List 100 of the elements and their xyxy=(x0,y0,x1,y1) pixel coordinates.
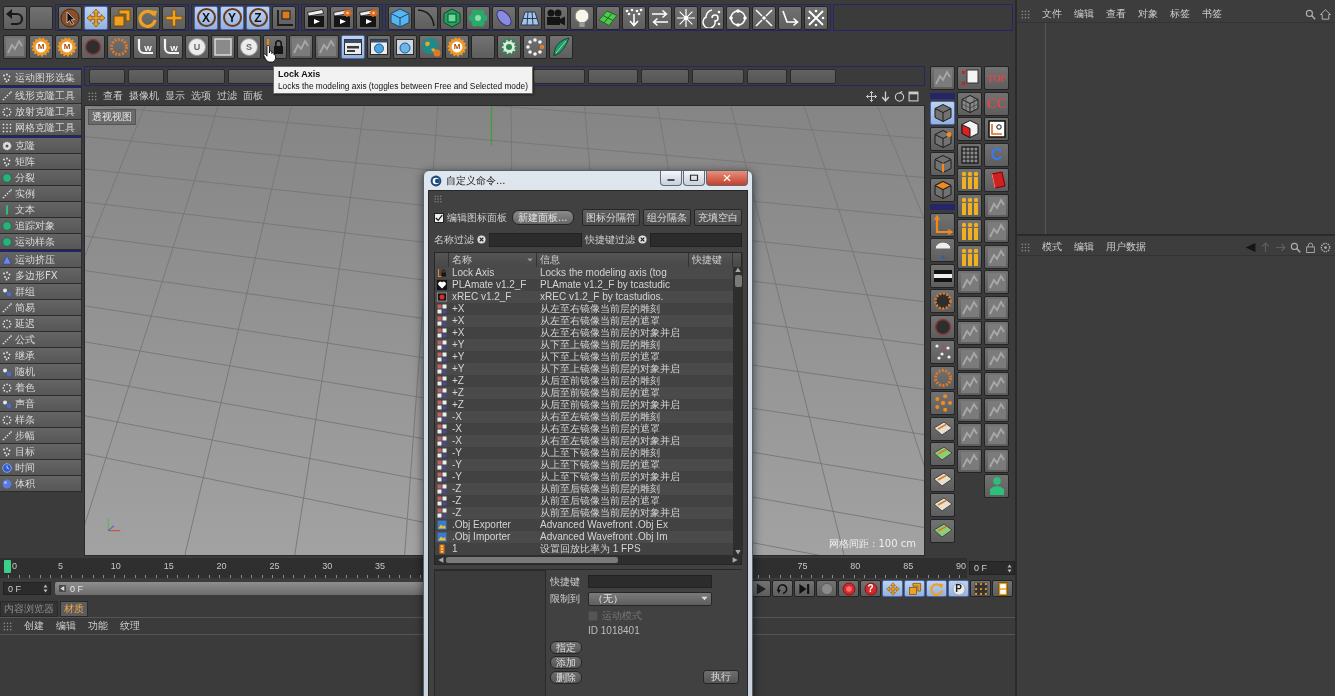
palette-button[interactable] xyxy=(957,193,982,218)
toolbar-button[interactable] xyxy=(674,5,698,30)
tool-button[interactable] xyxy=(58,5,82,30)
dialog-button[interactable]: 充填空白 xyxy=(694,209,742,226)
table-row[interactable]: +Y 从下至上镜像当前层的对象并启 xyxy=(435,363,733,375)
mode-button[interactable] xyxy=(930,152,955,176)
toolbar-button[interactable] xyxy=(497,34,521,59)
shortcut-field[interactable] xyxy=(588,575,712,588)
palette-button[interactable] xyxy=(930,263,955,288)
render-button[interactable] xyxy=(330,5,354,30)
toggle-button[interactable] xyxy=(341,34,365,59)
tool-button[interactable] xyxy=(84,5,108,30)
toolbar-button[interactable]: M xyxy=(445,34,469,59)
menu-item[interactable]: 功能 xyxy=(88,619,108,633)
minimize-button[interactable] xyxy=(660,171,682,186)
palette-button[interactable] xyxy=(957,295,982,320)
table-row[interactable]: +Y 从下至上镜像当前层的雕刻 xyxy=(435,339,733,351)
scrollbar[interactable] xyxy=(733,267,743,555)
mode-button[interactable] xyxy=(930,177,955,202)
menu-item[interactable]: 文件 xyxy=(1042,7,1062,21)
restrict-dropdown[interactable]: （无） xyxy=(588,591,712,606)
execute-button[interactable]: 执行 xyxy=(703,670,739,684)
sidebar-item[interactable]: 简易 xyxy=(0,300,82,316)
table-row[interactable]: xREC v1.2_F xREC v1.2_F by tcastudios. xyxy=(435,291,733,303)
palette-button[interactable] xyxy=(930,340,955,364)
name-filter-field[interactable] xyxy=(489,232,582,247)
menu-item[interactable]: 查看 xyxy=(1106,7,1126,21)
table-row[interactable]: PLAmate v1.2_F PLAmate v1.2_F by tcastudic xyxy=(435,279,733,291)
table-row[interactable]: -Z 从前至后镜像当前层的雕刻 xyxy=(435,483,733,495)
toolbar-button[interactable] xyxy=(272,5,296,30)
sidebar-item[interactable]: 文本 xyxy=(0,202,82,218)
table-row[interactable]: 1 设置回放比率为 1 FPS xyxy=(435,543,733,555)
palette-button[interactable] xyxy=(930,66,955,90)
palette-button[interactable] xyxy=(984,321,1009,345)
toolbar-button[interactable]: S xyxy=(237,34,261,59)
sidebar-item[interactable]: 分裂 xyxy=(0,170,82,186)
shortcut-filter-field[interactable] xyxy=(649,232,742,247)
table-row[interactable]: +Z 从后至前镜像当前层的雕刻 xyxy=(435,375,733,387)
palette-button[interactable] xyxy=(984,448,1009,473)
table-row[interactable]: -X 从右至左镜像当前层的遮罩 xyxy=(435,423,733,435)
table-row[interactable]: -X 从右至左镜像当前层的雕刻 xyxy=(435,411,733,423)
sidebar-item[interactable]: 线形克隆工具 xyxy=(0,88,82,104)
palette-button[interactable] xyxy=(984,193,1009,218)
new-palette-button[interactable]: 新建面板... xyxy=(512,210,574,225)
sidebar-item[interactable]: 时间 xyxy=(0,460,82,476)
search-icon[interactable] xyxy=(1290,241,1301,253)
table-row[interactable]: .Obj Importer Advanced Wavefront .Obj Im xyxy=(435,531,733,543)
palette-button[interactable] xyxy=(984,219,1009,243)
toolbar-button[interactable] xyxy=(804,5,828,30)
toolbar-button[interactable] xyxy=(549,34,573,59)
sidebar-item[interactable]: 公式 xyxy=(0,332,82,348)
toolbar-button[interactable] xyxy=(440,5,464,30)
tool-button[interactable] xyxy=(136,5,160,30)
sidebar-item[interactable]: 步幅 xyxy=(0,428,82,444)
menu-item[interactable]: 摄像机 xyxy=(129,89,159,103)
sidebar-item[interactable]: 体积 xyxy=(0,476,82,492)
maximize-button[interactable] xyxy=(683,171,705,186)
sidebar-item[interactable]: 运动图形选集 xyxy=(0,70,82,86)
palette-button[interactable] xyxy=(957,372,982,396)
palette-button[interactable] xyxy=(984,244,1009,269)
toolbar-button[interactable] xyxy=(622,5,646,30)
toolbar-button[interactable] xyxy=(523,34,547,59)
table-row[interactable]: -Y 从上至下镜像当前层的雕刻 xyxy=(435,447,733,459)
table-row[interactable]: -Y 从上至下镜像当前层的对象并启 xyxy=(435,471,733,483)
playback-button[interactable]: ? xyxy=(860,580,881,597)
toolbar-button[interactable] xyxy=(596,5,620,30)
table-row[interactable]: +Y 从下至上镜像当前层的遮罩 xyxy=(435,351,733,363)
sidebar-item[interactable]: 矩阵 xyxy=(0,154,82,170)
action-button[interactable]: 添加 xyxy=(550,656,582,669)
playback-button[interactable] xyxy=(992,580,1013,597)
empty-toolbar-button[interactable] xyxy=(29,5,53,30)
menu-item[interactable]: 显示 xyxy=(165,89,185,103)
palette-button[interactable] xyxy=(930,518,955,543)
menu-item[interactable]: 选项 xyxy=(191,89,211,103)
playback-button[interactable]: P xyxy=(948,580,969,597)
sidebar-item[interactable]: 目标 xyxy=(0,444,82,460)
palette-button[interactable] xyxy=(984,423,1009,447)
home-icon[interactable] xyxy=(1320,8,1331,20)
table-row[interactable]: +X 从左至右镜像当前层的雕刻 xyxy=(435,303,733,315)
palette-button[interactable] xyxy=(930,212,955,237)
toolbar-button[interactable] xyxy=(3,34,27,59)
sidebar-item[interactable]: 放射克隆工具 xyxy=(0,104,82,120)
table-row[interactable]: -Y 从上至下镜像当前层的遮罩 xyxy=(435,459,733,471)
sidebar-item[interactable]: 网格克隆工具 xyxy=(0,120,82,136)
menu-item[interactable]: 对象 xyxy=(1138,7,1158,21)
undo-button[interactable] xyxy=(3,5,27,30)
render-button[interactable] xyxy=(304,5,328,30)
axis-lock-button[interactable]: Y xyxy=(220,5,244,30)
toolbar-button[interactable] xyxy=(315,34,339,59)
toolbar-button[interactable]: W xyxy=(133,34,157,59)
sidebar-item[interactable]: 群组 xyxy=(0,284,82,300)
toolbar-button[interactable] xyxy=(700,5,724,30)
playhead-marker[interactable] xyxy=(4,560,11,573)
render-button[interactable] xyxy=(356,5,380,30)
table-row[interactable]: Lock Axis Locks the modeling axis (tog xyxy=(435,267,733,279)
palette-button[interactable] xyxy=(930,442,955,466)
menu-item[interactable]: 编辑 xyxy=(56,619,76,633)
dialog-button[interactable]: 组分隔条 xyxy=(643,209,691,226)
close-button[interactable] xyxy=(706,171,748,186)
clear-icon[interactable] xyxy=(637,235,647,244)
